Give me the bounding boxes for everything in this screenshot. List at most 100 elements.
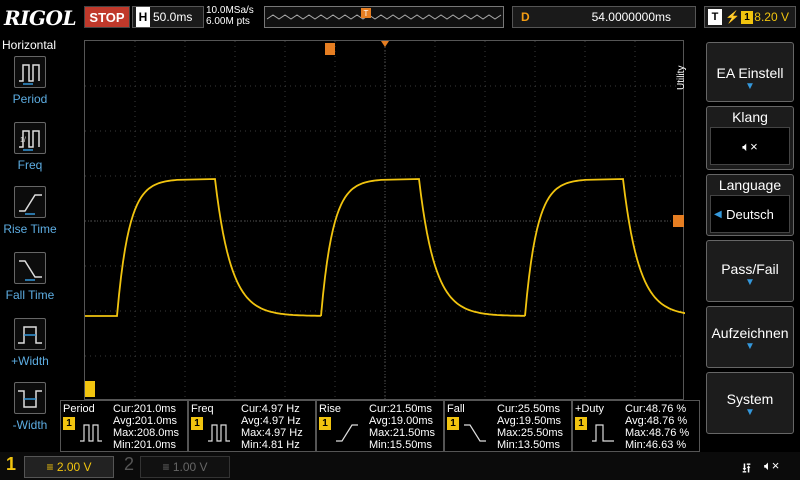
language-button[interactable]: Language ◀ Deutsch (706, 174, 794, 236)
measure-rise-time-label: Rise Time (3, 222, 57, 236)
channel-1-coupling-icon: ≡ (46, 460, 57, 474)
record-button[interactable]: Aufzeichnen ▼ (706, 306, 794, 368)
channel-2-scale[interactable]: ≡ 1.00 V (140, 456, 230, 478)
measurement-current: Cur:48.76 % (625, 403, 687, 415)
trigger-label: T (708, 9, 722, 25)
measure-fall-time-label: Fall Time (5, 288, 55, 302)
channel-badge: 1 (319, 417, 331, 430)
measurement-current: Cur:4.97 Hz (241, 403, 300, 415)
acquisition-info: 10.0MSa/s 6.00M pts (206, 5, 254, 27)
trigger-position-marker-icon (325, 43, 335, 55)
channel-badge: 1 (575, 417, 587, 430)
measurement-title: Period (63, 403, 95, 415)
memory-overview-strip: T (264, 6, 504, 28)
channel-1-ground-marker-icon (85, 381, 95, 397)
center-marker-icon (381, 41, 389, 47)
negative-width-icon (14, 382, 46, 414)
measurement-max: Max:4.97 Hz (241, 427, 303, 439)
measurement-current: Cur:201.0ms (113, 403, 176, 415)
measurement-fall-time[interactable]: Fall 1 Cur:25.50ms Avg:19.50ms Max:25.50… (444, 400, 572, 452)
delay-value: 54.0000000ms (591, 10, 671, 24)
measurement-average: Avg:19.00ms (369, 415, 434, 427)
measurement-average: Avg:4.97 Hz (241, 415, 301, 427)
fall-time-icon (464, 424, 486, 442)
measurement-min: Min:46.63 % (625, 439, 687, 451)
run-stop-indicator[interactable]: STOP (84, 6, 130, 28)
measure-negative-width-button[interactable]: -Width (2, 382, 58, 432)
sample-rate: 10.0MSa/s (206, 5, 254, 16)
measurement-title: +Duty (575, 403, 605, 415)
delay-label: D (521, 10, 530, 24)
measure-freq-label: Freq (17, 158, 43, 172)
record-label: Aufzeichnen (711, 325, 789, 341)
measurement-average: Avg:201.0ms (113, 415, 178, 427)
period-icon (14, 56, 46, 88)
period-icon (80, 424, 102, 442)
memory-overview-waveform-icon: T (266, 8, 502, 20)
measure-period-button[interactable]: Period (2, 56, 58, 106)
positive-width-icon (14, 318, 46, 350)
chevron-down-icon: ▼ (745, 341, 755, 352)
io-settings-label: EA Einstell (716, 65, 784, 81)
fall-time-icon (14, 252, 46, 284)
channel-2-coupling-icon: ≡ (162, 460, 173, 474)
rise-time-icon (14, 186, 46, 218)
rise-time-icon (336, 424, 358, 442)
sound-button[interactable]: Klang 🔈︎× (706, 106, 794, 170)
channel-1-scale[interactable]: ≡ 2.00 V (24, 456, 114, 478)
trigger-edge-icon: ⚡ (725, 10, 740, 24)
top-status-bar: RIGOL STOP H 50.0ms 10.0MSa/s 6.00M pts T… (0, 0, 800, 36)
frequency-icon (208, 424, 230, 442)
measurement-max: Max:25.50ms (497, 427, 564, 439)
channel-2-scale-value: 1.00 V (172, 460, 208, 474)
measurement-average: Avg:19.50ms (497, 415, 562, 427)
chevron-down-icon: ▼ (745, 81, 755, 92)
measure-negative-width-label: -Width (12, 418, 48, 432)
channel-1-indicator[interactable]: 1 (0, 454, 22, 480)
system-button[interactable]: System ▼ (706, 372, 794, 434)
channel-1-waveform (85, 178, 685, 317)
trigger-level-marker-icon (673, 215, 684, 227)
measurement-max: Max:21.50ms (369, 427, 436, 439)
pass-fail-button[interactable]: Pass/Fail ▼ (706, 240, 794, 302)
horizontal-timebase-box[interactable]: H 50.0ms (132, 6, 204, 28)
frequency-icon: 1/ (14, 122, 46, 154)
channel-2-indicator[interactable]: 2 (118, 454, 140, 480)
measurement-positive-duty[interactable]: +Duty 1 Cur:48.76 % Avg:48.76 % Max:48.7… (572, 400, 700, 452)
measure-freq-button[interactable]: 1/ Freq (2, 122, 58, 172)
svg-text:1/: 1/ (20, 137, 26, 144)
brand-logo: RIGOL (4, 6, 77, 30)
channel-status-bar: 1 ≡ 2.00 V 2 ≡ 1.00 V ⭿ 🔈︎× (0, 452, 800, 480)
trigger-level: 8.20 V (754, 10, 789, 24)
usb-icon: ⭿ (742, 460, 752, 476)
io-settings-button[interactable]: EA Einstell ▼ (706, 42, 794, 102)
waveform-display[interactable] (84, 40, 685, 401)
measurement-current: Cur:21.50ms (369, 403, 432, 415)
delay-box[interactable]: D 54.0000000ms (512, 6, 696, 28)
measure-fall-time-button[interactable]: Fall Time (2, 252, 58, 302)
measurement-period[interactable]: Period 1 Cur:201.0ms Avg:201.0ms Max:208… (60, 400, 188, 452)
channel-badge: 1 (63, 417, 75, 430)
chevron-left-icon: ◀ (714, 209, 722, 220)
measurement-results-strip: Period 1 Cur:201.0ms Avg:201.0ms Max:208… (60, 400, 700, 452)
measure-positive-width-label: +Width (11, 354, 49, 368)
speaker-mute-icon: 🔈︎× (710, 127, 790, 165)
speaker-mute-icon: 🔈︎× (764, 458, 780, 473)
measure-period-label: Period (12, 92, 48, 106)
measurement-max: Max:48.76 % (625, 427, 690, 439)
measurement-max: Max:208.0ms (113, 427, 180, 439)
chevron-down-icon: ▼ (745, 277, 755, 288)
measurement-current: Cur:25.50ms (497, 403, 560, 415)
measurement-min: Min:15.50ms (369, 439, 432, 451)
channel-badge: 1 (447, 417, 459, 430)
measure-rise-time-button[interactable]: Rise Time (2, 186, 58, 236)
measure-category-header[interactable]: Horizontal (0, 38, 60, 52)
measurement-rise-time[interactable]: Rise 1 Cur:21.50ms Avg:19.00ms Max:21.50… (316, 400, 444, 452)
graticule (85, 41, 685, 401)
measurement-frequency[interactable]: Freq 1 Cur:4.97 Hz Avg:4.97 Hz Max:4.97 … (188, 400, 316, 452)
trigger-box[interactable]: T ⚡ 1 8.20 V (704, 6, 796, 28)
measure-positive-width-button[interactable]: +Width (2, 318, 58, 368)
measurement-min: Min:13.50ms (497, 439, 560, 451)
timebase-value: 50.0ms (153, 10, 193, 24)
chevron-down-icon: ▼ (745, 407, 755, 418)
